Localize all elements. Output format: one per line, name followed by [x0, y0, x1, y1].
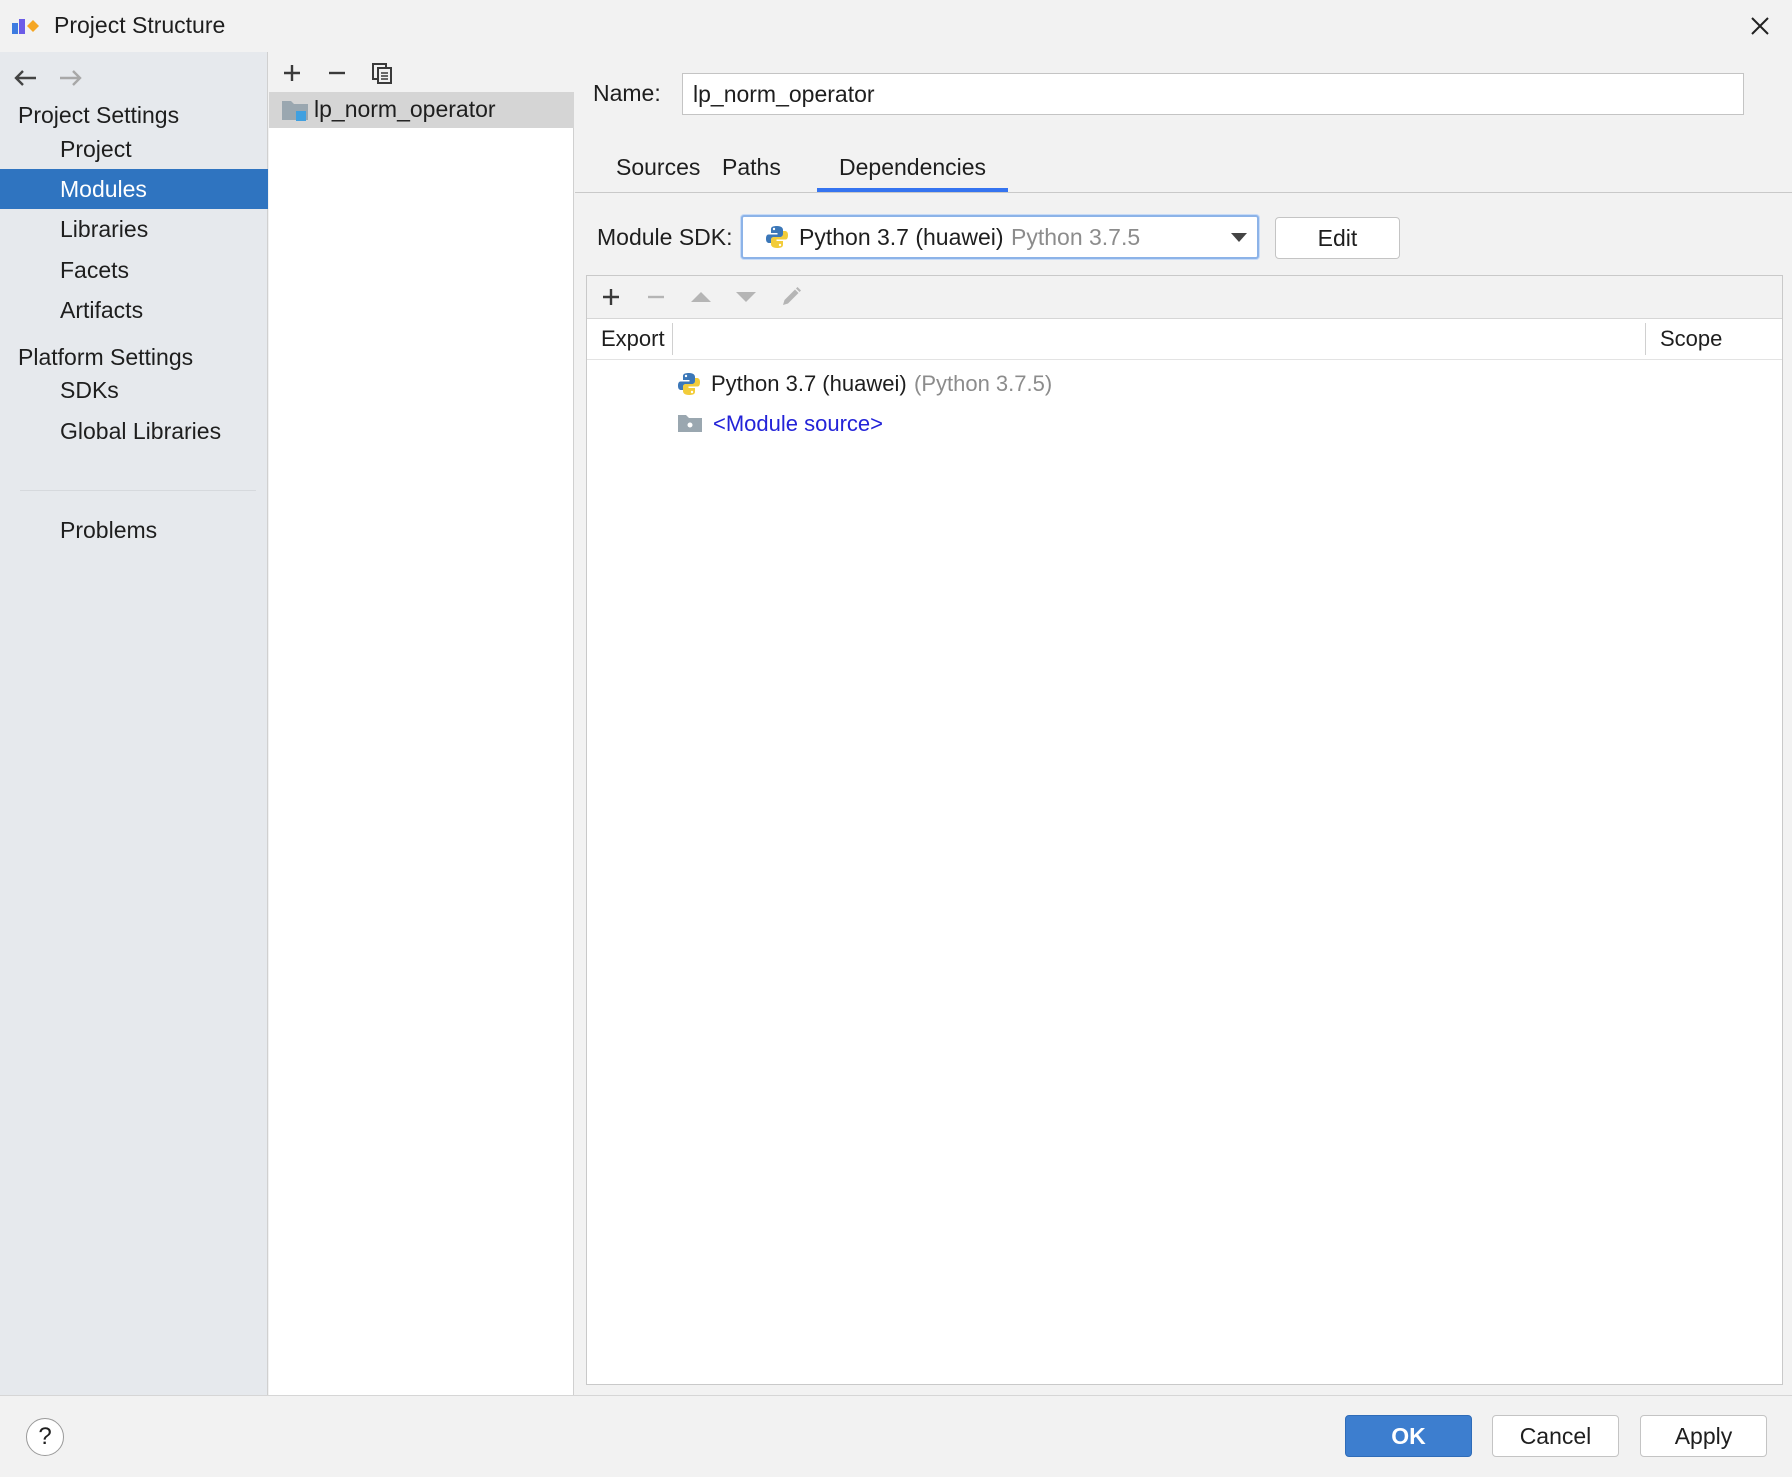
- copy-module-button[interactable]: [367, 58, 397, 88]
- pencil-icon: [783, 287, 801, 305]
- app-logo-icon: [11, 16, 41, 36]
- title-bar: Project Structure: [0, 0, 1792, 52]
- module-tabs: Sources Paths Dependencies: [575, 146, 1792, 193]
- arrow-left-icon: [14, 70, 36, 86]
- dependencies-toolbar: [587, 276, 1782, 319]
- back-button[interactable]: [8, 62, 42, 94]
- module-toolbar: [269, 52, 574, 92]
- move-up-button[interactable]: [685, 282, 717, 312]
- tab-paths[interactable]: Paths: [700, 146, 803, 192]
- plus-icon: [284, 65, 300, 81]
- nav-item-libraries[interactable]: Libraries: [0, 209, 268, 249]
- edit-dependency-button[interactable]: [775, 282, 807, 312]
- remove-module-button[interactable]: [322, 58, 352, 88]
- module-name: lp_norm_operator: [314, 96, 496, 122]
- copy-icon: [372, 63, 392, 84]
- module-sdk-label: Module SDK:: [597, 224, 733, 250]
- triangle-down-icon: [736, 292, 756, 302]
- column-header-export[interactable]: Export: [601, 326, 665, 352]
- minus-icon: [329, 71, 345, 75]
- triangle-up-icon: [691, 292, 711, 302]
- column-header-scope[interactable]: Scope: [1660, 326, 1722, 352]
- module-sdk-dropdown[interactable]: Python 3.7 (huawei) Python 3.7.5: [741, 215, 1259, 259]
- module-list-item[interactable]: lp_norm_operator: [269, 92, 574, 128]
- cancel-button[interactable]: Cancel: [1492, 1415, 1619, 1457]
- close-button[interactable]: [1738, 6, 1782, 46]
- nav-item-modules[interactable]: Modules: [0, 169, 268, 209]
- nav-item-sdks[interactable]: SDKs: [0, 370, 268, 410]
- window-title: Project Structure: [54, 12, 226, 38]
- column-divider[interactable]: [1645, 323, 1646, 355]
- dependency-row-sdk[interactable]: Python 3.7 (huawei) (Python 3.7.5): [587, 366, 1782, 404]
- minus-icon: [648, 295, 664, 299]
- edit-sdk-button[interactable]: Edit: [1275, 217, 1400, 259]
- chevron-down-icon: [1231, 233, 1247, 242]
- apply-button[interactable]: Apply: [1640, 1415, 1767, 1457]
- forward-button[interactable]: [54, 62, 88, 94]
- nav-divider: [20, 490, 256, 491]
- module-detail-panel: Name: lp_norm_operator Sources Paths Dep…: [575, 52, 1792, 1395]
- dialog-button-bar: ? OK Cancel Apply: [0, 1395, 1792, 1477]
- dependency-name: Python 3.7 (huawei): [711, 371, 907, 396]
- ok-button[interactable]: OK: [1345, 1415, 1472, 1457]
- remove-dependency-button[interactable]: [640, 282, 672, 312]
- module-folder-icon: [281, 98, 309, 127]
- settings-nav: Project Settings Project Modules Librari…: [0, 52, 268, 1395]
- python-icon: [677, 372, 701, 401]
- add-dependency-button[interactable]: [595, 282, 627, 312]
- folder-icon: [677, 412, 703, 439]
- project-settings-heading: Project Settings: [18, 102, 180, 128]
- dependency-row-module-source[interactable]: <Module source>: [587, 406, 1782, 444]
- column-divider[interactable]: [672, 323, 673, 355]
- module-source-link[interactable]: <Module source>: [713, 411, 883, 437]
- nav-item-global-libraries[interactable]: Global Libraries: [0, 411, 268, 451]
- help-button[interactable]: ?: [26, 1418, 64, 1456]
- plus-icon: [603, 289, 619, 305]
- move-down-button[interactable]: [730, 282, 762, 312]
- nav-item-facets[interactable]: Facets: [0, 250, 268, 290]
- nav-item-problems[interactable]: Problems: [0, 510, 268, 550]
- dependency-version: (Python 3.7.5): [914, 371, 1053, 396]
- nav-item-project[interactable]: Project: [0, 129, 268, 169]
- close-icon: [1751, 17, 1769, 35]
- add-module-button[interactable]: [277, 58, 307, 88]
- platform-settings-heading: Platform Settings: [18, 344, 194, 370]
- nav-item-artifacts[interactable]: Artifacts: [0, 290, 268, 330]
- arrow-right-icon: [60, 70, 82, 86]
- tab-dependencies[interactable]: Dependencies: [817, 146, 1009, 192]
- module-list-panel: lp_norm_operator: [269, 52, 574, 1395]
- python-icon: [765, 225, 789, 254]
- module-name-input[interactable]: lp_norm_operator: [682, 73, 1744, 115]
- dependencies-table: Export Scope Python 3.7 (huawei) (Python…: [586, 275, 1783, 1385]
- name-label: Name:: [593, 80, 661, 106]
- sdk-name: Python 3.7 (huawei): [799, 224, 1004, 250]
- sdk-version: Python 3.7.5: [1011, 224, 1141, 250]
- dependencies-header: Export Scope: [587, 319, 1782, 360]
